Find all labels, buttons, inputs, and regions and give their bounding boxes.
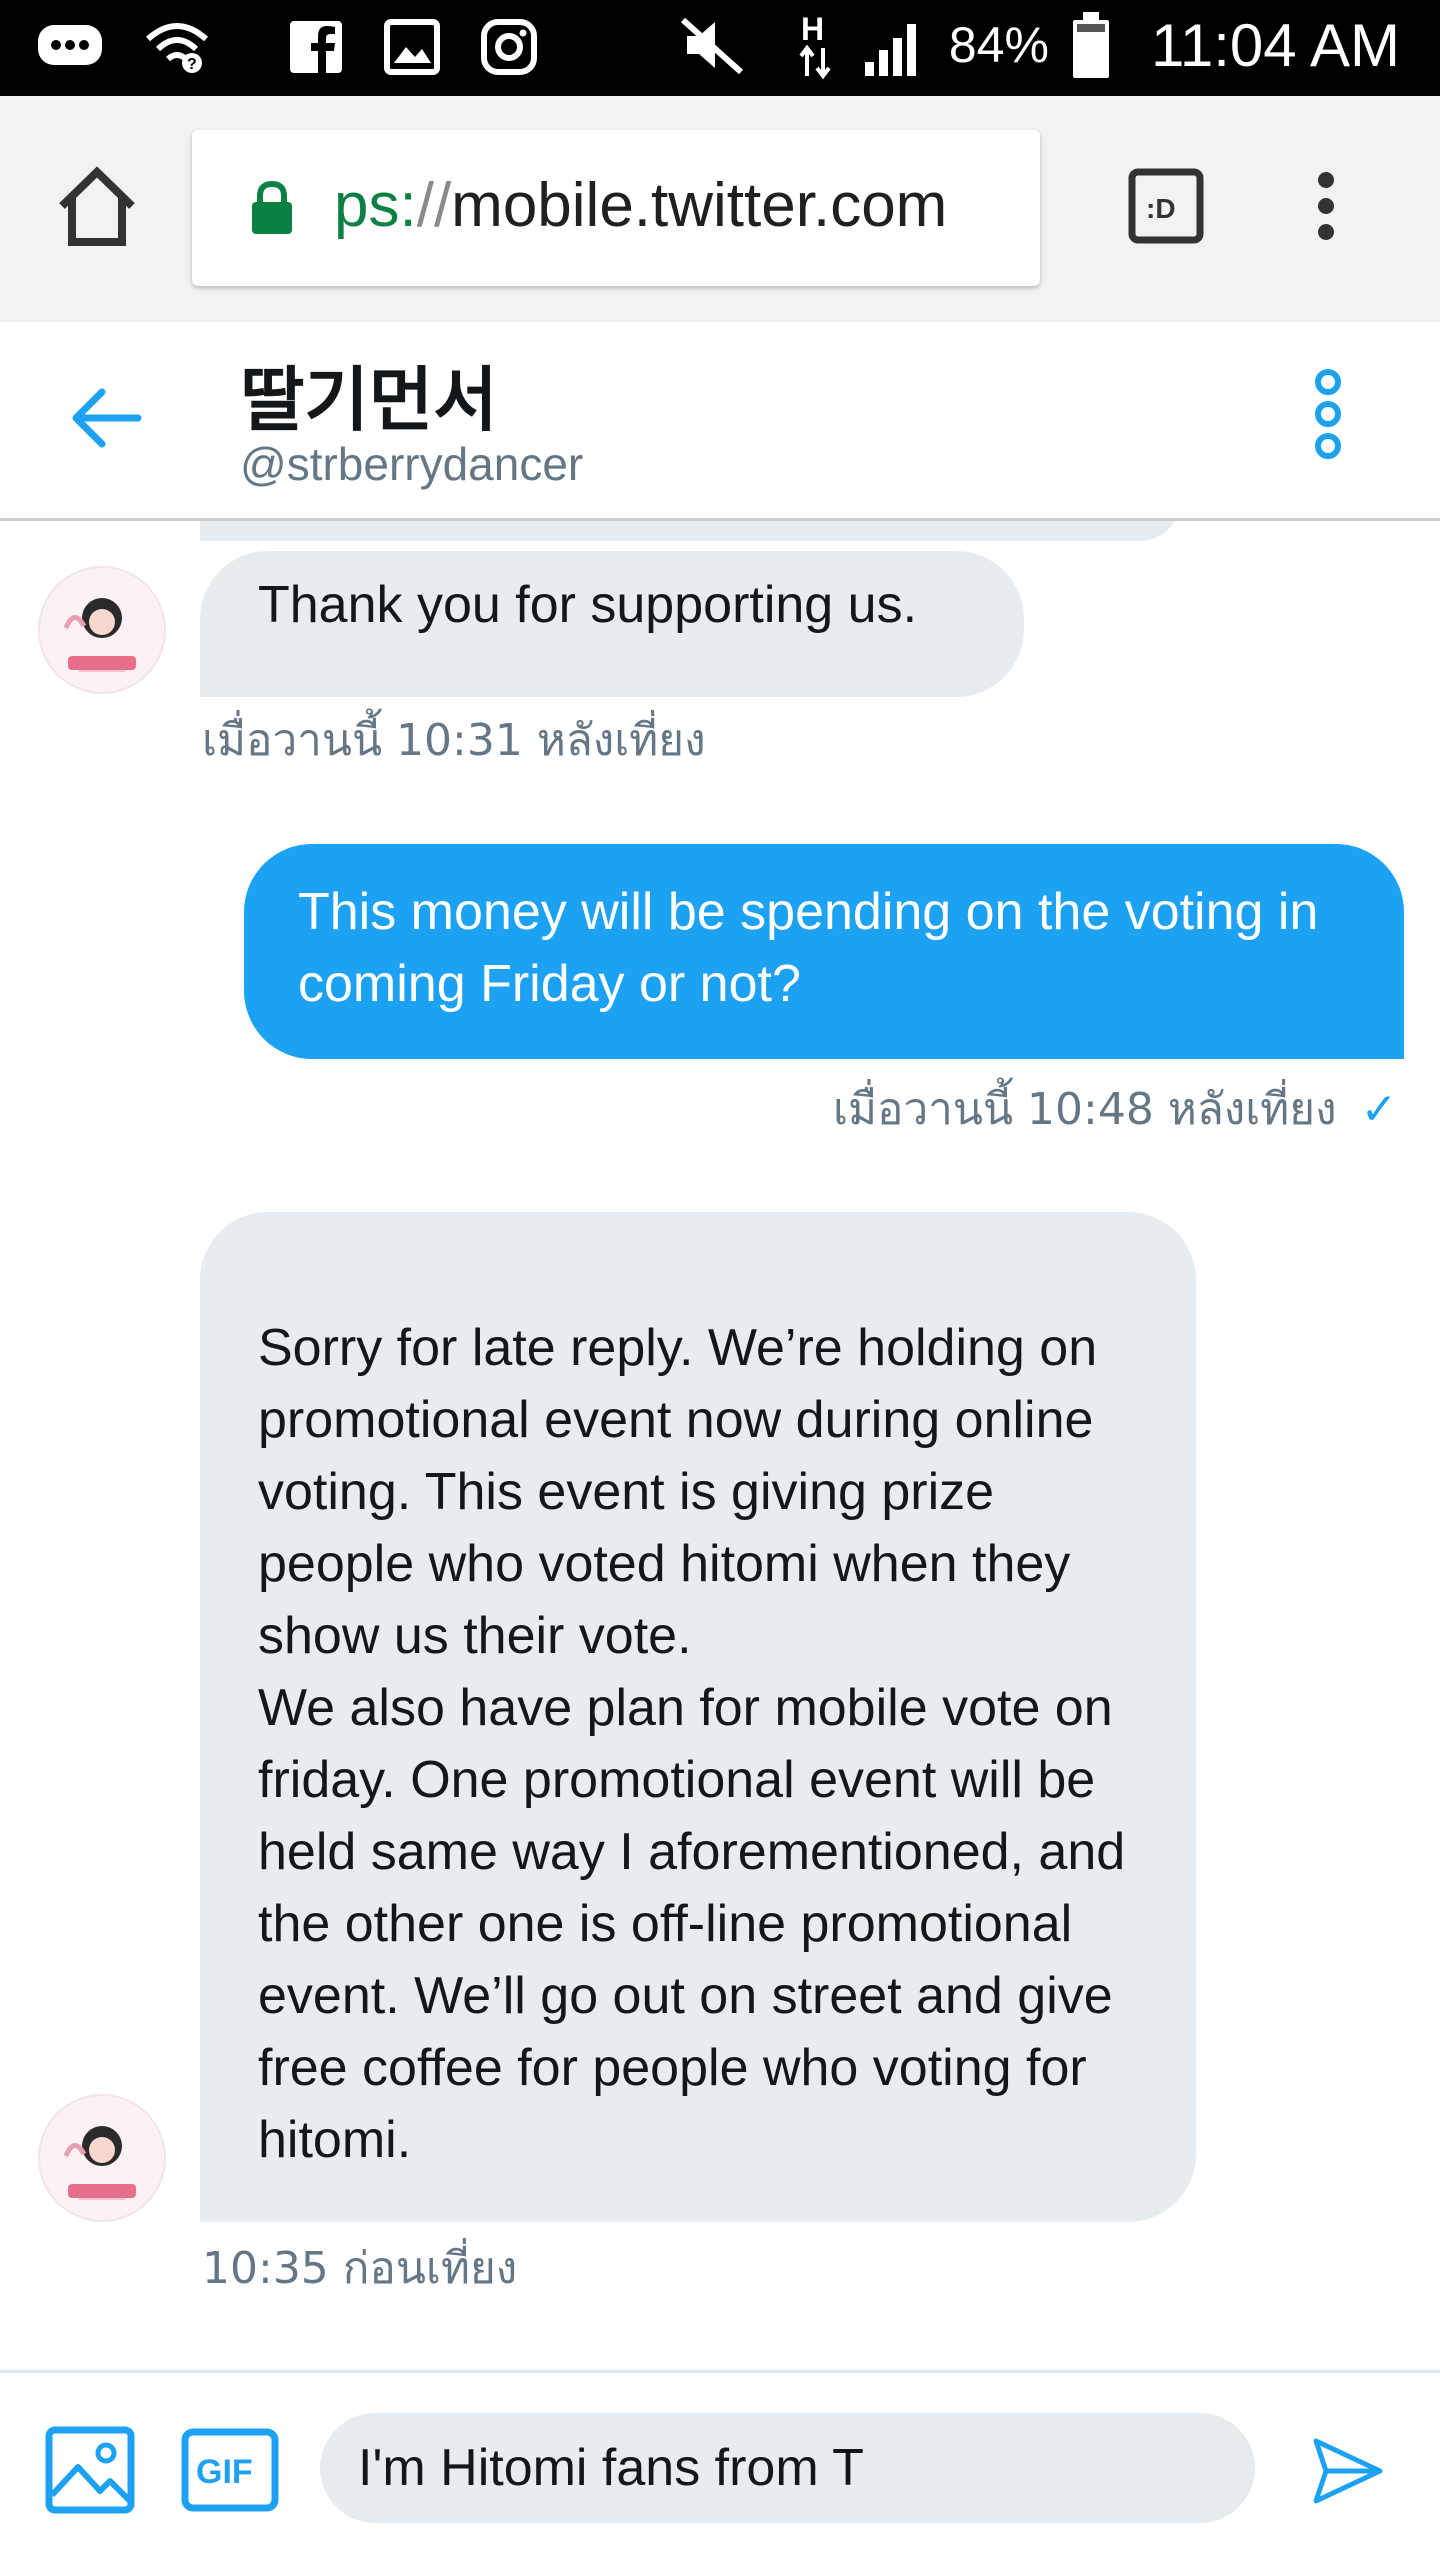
browser-menu-icon[interactable] xyxy=(1306,168,1346,248)
network-type-icon: H xyxy=(799,11,831,80)
network-label: H xyxy=(801,11,824,47)
url-scheme: ps: xyxy=(334,171,417,240)
conversation-handle: @strberrydancer xyxy=(240,438,584,490)
instagram-icon xyxy=(481,19,537,75)
message-composer: GIF I'm Hitomi fans from T xyxy=(0,2370,1440,2563)
lock-icon xyxy=(252,180,292,234)
avatar[interactable] xyxy=(38,2094,166,2222)
conversation-title: 딸기먼서 xyxy=(240,359,498,441)
url-host: mobile.twitter.com xyxy=(451,171,948,240)
more-options-icon[interactable] xyxy=(1308,366,1348,466)
wifi-icon: ? xyxy=(145,23,209,73)
send-icon[interactable] xyxy=(1310,2433,1386,2509)
message-timestamp: 10:35 ก่อนเที่ยง xyxy=(202,2243,518,2294)
message-time: เมื่อวานนี้ 10:48 หลังเที่ยง xyxy=(833,1084,1337,1135)
message-text: This money will be spending on the votin… xyxy=(298,883,1319,1013)
mute-icon xyxy=(680,17,743,75)
home-icon[interactable] xyxy=(52,162,142,252)
avatar-image xyxy=(63,2126,136,2200)
previous-message-bubble xyxy=(200,521,1180,541)
browser-toolbar: ps://mobile.twitter.com :D xyxy=(0,96,1440,324)
message-bubble[interactable]: Sorry for late reply. We’re holding on p… xyxy=(200,1212,1196,2222)
message-input[interactable]: I'm Hitomi fans from T xyxy=(320,2413,1255,2523)
avatar[interactable] xyxy=(38,566,166,694)
svg-text:?: ? xyxy=(187,56,197,73)
message-timestamp: เมื่อวานนี้ 10:48 หลังเที่ยง ✓ xyxy=(833,1074,1397,1144)
message-bubble[interactable]: This money will be spending on the votin… xyxy=(244,844,1404,1059)
tab-switcher-label: :D xyxy=(1146,193,1176,224)
back-arrow-icon[interactable] xyxy=(66,378,146,458)
gif-label: GIF xyxy=(196,2453,253,2491)
address-bar[interactable]: ps://mobile.twitter.com xyxy=(192,130,1040,286)
status-bar: ? H 84% 11:04 AM xyxy=(0,0,1440,96)
signal-icon xyxy=(864,24,916,76)
message-timestamp: เมื่อวานนี้ 10:31 หลังเที่ยง xyxy=(202,715,706,766)
message-text: Thank you for supporting us. xyxy=(258,576,918,634)
clock: 11:04 AM xyxy=(1150,11,1400,79)
message-text: Sorry for late reply. We’re holding on p… xyxy=(258,1319,1126,2169)
battery-icon xyxy=(1072,12,1109,78)
conversation-header: 딸기먼서 @strberrydancer xyxy=(0,322,1440,521)
facebook-icon xyxy=(290,21,342,73)
messages-icon xyxy=(38,25,102,65)
gif-button[interactable]: GIF xyxy=(180,2427,280,2513)
message-list: Thank you for supporting us. เมื่อวานนี้… xyxy=(0,521,1440,2370)
tab-switcher-button[interactable]: :D xyxy=(1128,168,1204,244)
image-upload-icon[interactable] xyxy=(44,2425,136,2515)
read-receipt-icon: ✓ xyxy=(1360,1084,1398,1135)
url-slashes: // xyxy=(416,171,452,240)
message-bubble[interactable]: Thank you for supporting us. xyxy=(200,551,1024,697)
avatar-image xyxy=(63,598,136,672)
battery-percent: 84% xyxy=(948,17,1049,73)
gallery-icon xyxy=(384,19,440,75)
url-text[interactable]: ps://mobile.twitter.com xyxy=(334,170,947,241)
